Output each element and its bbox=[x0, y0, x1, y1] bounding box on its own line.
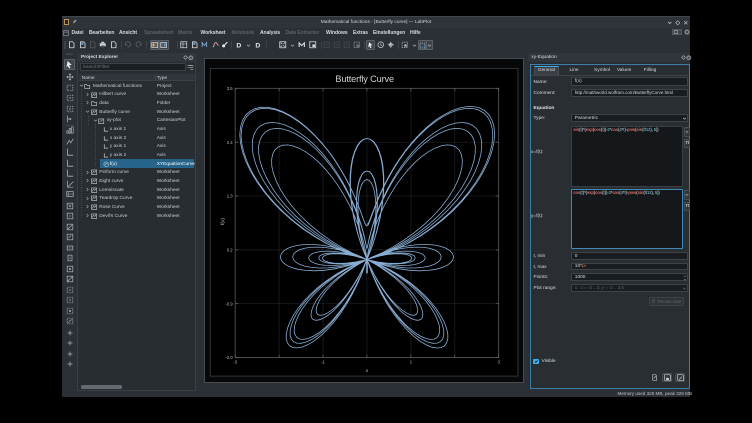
svg-text:-2.0: -2.0 bbox=[225, 355, 233, 360]
svg-text:D: D bbox=[255, 43, 260, 49]
svg-text:1.3: 1.3 bbox=[226, 193, 233, 198]
svg-text:2.4: 2.4 bbox=[226, 139, 233, 144]
svg-text:0.2: 0.2 bbox=[226, 247, 233, 252]
svg-text:D: D bbox=[236, 43, 241, 49]
svg-text:-1: -1 bbox=[321, 359, 325, 364]
svg-text:3.5: 3.5 bbox=[226, 85, 233, 90]
svg-text:f(x): f(x) bbox=[220, 217, 226, 224]
svg-text:-3: -3 bbox=[233, 359, 237, 364]
svg-text:1: 1 bbox=[424, 44, 426, 49]
svg-text:-0.9: -0.9 bbox=[225, 301, 233, 306]
svg-text:Butterfly Curve: Butterfly Curve bbox=[335, 74, 394, 84]
